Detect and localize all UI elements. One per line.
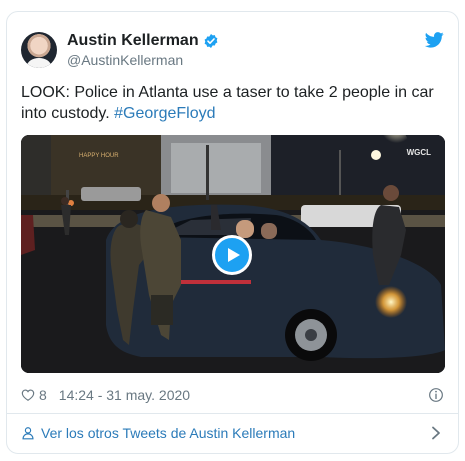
more-tweets-label[interactable]: Ver los otros Tweets de Austin Kellerman	[41, 425, 295, 441]
video-player[interactable]: HAPPY HOUR WGCL	[21, 135, 445, 373]
author-name[interactable]: Austin Kellerman	[67, 32, 199, 50]
author-name-row[interactable]: Austin Kellerman	[67, 32, 219, 50]
verified-badge-icon	[204, 34, 217, 48]
divider	[7, 413, 458, 414]
twitter-bird-icon[interactable]	[425, 32, 444, 48]
timestamp[interactable]: 14:24 - 31 may. 2020	[59, 387, 190, 403]
channel-watermark: WGCL	[406, 148, 431, 157]
avatar[interactable]	[21, 32, 57, 68]
tweet-body: LOOK: Police in Atlanta use a taser to t…	[21, 84, 434, 122]
person-icon	[22, 427, 34, 440]
tweet-header: Austin Kellerman @AustinKellerman	[21, 32, 444, 72]
play-icon	[227, 248, 240, 262]
tweet-text: LOOK: Police in Atlanta use a taser to t…	[21, 82, 446, 124]
like-count[interactable]: 8	[39, 387, 47, 403]
hashtag-link[interactable]: #GeorgeFloyd	[114, 105, 215, 122]
play-button[interactable]	[212, 235, 252, 275]
info-icon[interactable]	[428, 387, 444, 403]
author-handle[interactable]: @AustinKellerman	[67, 52, 183, 68]
tweet-card: Austin Kellerman @AustinKellerman LOOK: …	[6, 11, 459, 454]
happy-hour-sign: HAPPY HOUR	[79, 153, 119, 159]
tweet-meta: 8 14:24 - 31 may. 2020	[21, 385, 444, 405]
chevron-right-icon[interactable]	[430, 426, 442, 440]
more-tweets-link[interactable]: Ver los otros Tweets de Austin Kellerman	[21, 422, 444, 444]
heart-icon[interactable]	[21, 388, 35, 402]
